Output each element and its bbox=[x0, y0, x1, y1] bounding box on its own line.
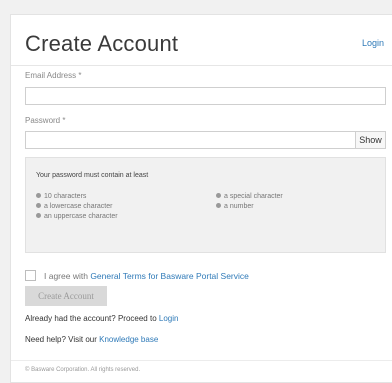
email-label: Email Address * bbox=[25, 71, 82, 80]
terms-link[interactable]: General Terms for Basware Portal Service bbox=[90, 271, 249, 281]
terms-label: I agree with General Terms for Basware P… bbox=[44, 271, 249, 281]
proceed-login-link[interactable]: Login bbox=[159, 314, 179, 323]
create-account-card: Create Account Login Email Address * Pas… bbox=[10, 14, 392, 383]
rule-item: an uppercase character bbox=[36, 212, 118, 222]
existing-account-text: Already had the account? Proceed to Logi… bbox=[25, 314, 179, 323]
knowledge-base-link[interactable]: Knowledge base bbox=[99, 335, 158, 344]
bullet-icon bbox=[216, 203, 221, 208]
login-link[interactable]: Login bbox=[362, 38, 384, 48]
create-account-button[interactable]: Create Account bbox=[25, 286, 107, 306]
password-requirements-heading: Your password must contain at least bbox=[36, 172, 149, 179]
terms-checkbox[interactable] bbox=[25, 270, 36, 281]
password-rules-right: a special character a number bbox=[216, 192, 283, 212]
password-requirements-box: Your password must contain at least 10 c… bbox=[25, 157, 386, 253]
header-divider bbox=[11, 65, 392, 66]
bullet-icon bbox=[36, 203, 41, 208]
footer-copyright: © Basware Corporation. All rights reserv… bbox=[25, 367, 141, 373]
password-field[interactable] bbox=[25, 131, 356, 149]
show-password-button[interactable]: Show bbox=[355, 131, 386, 149]
bullet-icon bbox=[216, 193, 221, 198]
password-rules-left: 10 characters a lowercase character an u… bbox=[36, 192, 118, 222]
rule-item: 10 characters bbox=[36, 192, 118, 202]
email-field[interactable] bbox=[25, 87, 386, 105]
rule-item: a special character bbox=[216, 192, 283, 202]
rule-item: a lowercase character bbox=[36, 202, 118, 212]
password-label: Password * bbox=[25, 116, 66, 125]
bullet-icon bbox=[36, 193, 41, 198]
bullet-icon bbox=[36, 213, 41, 218]
footer-divider bbox=[11, 360, 392, 361]
page-title: Create Account bbox=[25, 31, 179, 56]
rule-item: a number bbox=[216, 202, 283, 212]
help-text: Need help? Visit our Knowledge base bbox=[25, 335, 159, 344]
